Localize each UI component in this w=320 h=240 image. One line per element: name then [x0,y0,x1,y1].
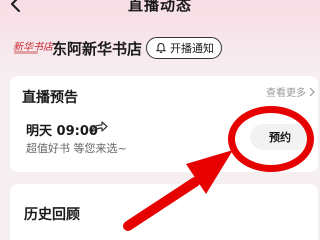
annotation-arrow [123,150,233,231]
